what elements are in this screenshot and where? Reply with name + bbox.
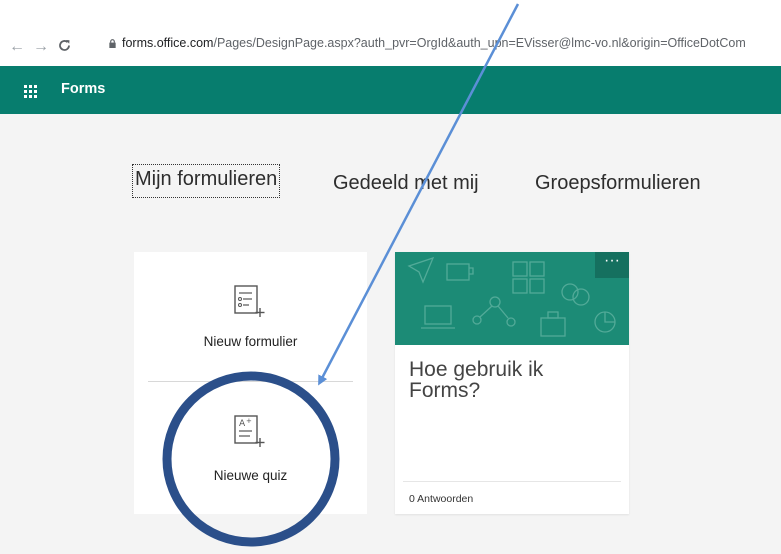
annotation-arrow: [318, 3, 520, 386]
annotation-overlay: [162, 3, 520, 547]
annotation-circle: [162, 371, 340, 547]
